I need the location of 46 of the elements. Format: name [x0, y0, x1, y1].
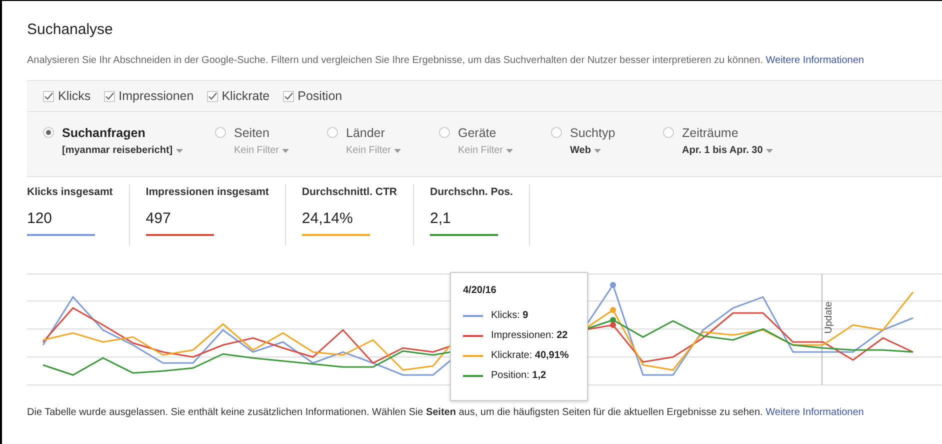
caret-icon — [506, 148, 514, 152]
tooltip-date: 4/20/16 — [463, 285, 498, 296]
caret-icon — [176, 148, 183, 152]
radio-button[interactable] — [215, 127, 226, 138]
filter-dropdown[interactable]: Web — [570, 145, 616, 156]
radio-button[interactable] — [439, 127, 450, 138]
metric-label: Durchschn. Pos. — [430, 186, 513, 198]
data-point — [610, 282, 616, 288]
legend-entry: Klicks: 9 — [491, 310, 528, 321]
caret-icon — [594, 148, 601, 152]
radio-button[interactable] — [551, 127, 562, 138]
metric-value: 120 — [27, 210, 54, 227]
dimension-label[interactable]: Zeiträume — [682, 124, 773, 142]
filter-dropdown[interactable]: [myanmar reisebericht] — [62, 145, 183, 156]
dimension-label[interactable]: Geräte — [458, 124, 514, 142]
metric-label: Durchschnittl. CTR — [302, 186, 398, 198]
more-info-link[interactable]: Weitere Informationen — [766, 55, 864, 66]
dimension-label[interactable]: Länder — [346, 124, 402, 142]
filter-dropdown[interactable]: Apr. 1 bis Apr. 30 — [682, 145, 773, 156]
metric-checkbox[interactable]: Klickrate — [206, 89, 270, 103]
metric-value: 497 — [146, 210, 172, 227]
metric-checkbox[interactable]: Impressionen — [104, 89, 194, 103]
legend-entry: Position: 1,2 — [491, 370, 546, 381]
metric-value: 2,1 — [430, 210, 452, 227]
radio-button[interactable] — [327, 127, 338, 138]
footnote: Die Tabelle wurde ausgelassen. Sie enthält keine zusätzlichen Informationen. Wählen Sie Seiten aus, um die häufigsten Seiten für die aktuellen Ergebnisse zu sehen. Weitere Informationen — [27, 407, 865, 418]
radio-button[interactable] — [663, 127, 674, 138]
dimension-label[interactable]: Suchanfragen — [62, 124, 183, 142]
metric-checkbox[interactable]: Position — [282, 89, 342, 103]
caret-icon — [394, 148, 402, 152]
description: Analysieren Sie Ihr Abschneiden in der Google-Suche. Filtern und vergleichen Sie Ihre Ergebnisse, um das Suchverhalten der Nutzer besser interpretieren zu können. Weitere Informationen — [27, 54, 865, 68]
legend-entry: Impressionen: 22 — [491, 330, 568, 341]
radio-button[interactable] — [43, 127, 54, 138]
legend-entry: Klickrate: 40,91% — [491, 350, 569, 361]
annotation-label: Update — [824, 301, 835, 334]
metric-label: Klicks insgesamt — [27, 186, 113, 198]
metric-label: Impressionen insgesamt — [146, 186, 269, 198]
metric-value: 24,14% — [302, 210, 354, 227]
more-info-link[interactable]: Weitere Informationen — [766, 407, 864, 418]
dimension-label[interactable]: Seiten — [234, 124, 290, 142]
caret-icon — [282, 148, 290, 152]
page-title: Suchanalyse — [27, 20, 114, 40]
data-point — [610, 307, 616, 313]
caret-icon — [766, 148, 773, 152]
metric-checkbox[interactable]: Klicks — [43, 89, 91, 103]
dimension-label[interactable]: Suchtyp — [570, 124, 616, 142]
